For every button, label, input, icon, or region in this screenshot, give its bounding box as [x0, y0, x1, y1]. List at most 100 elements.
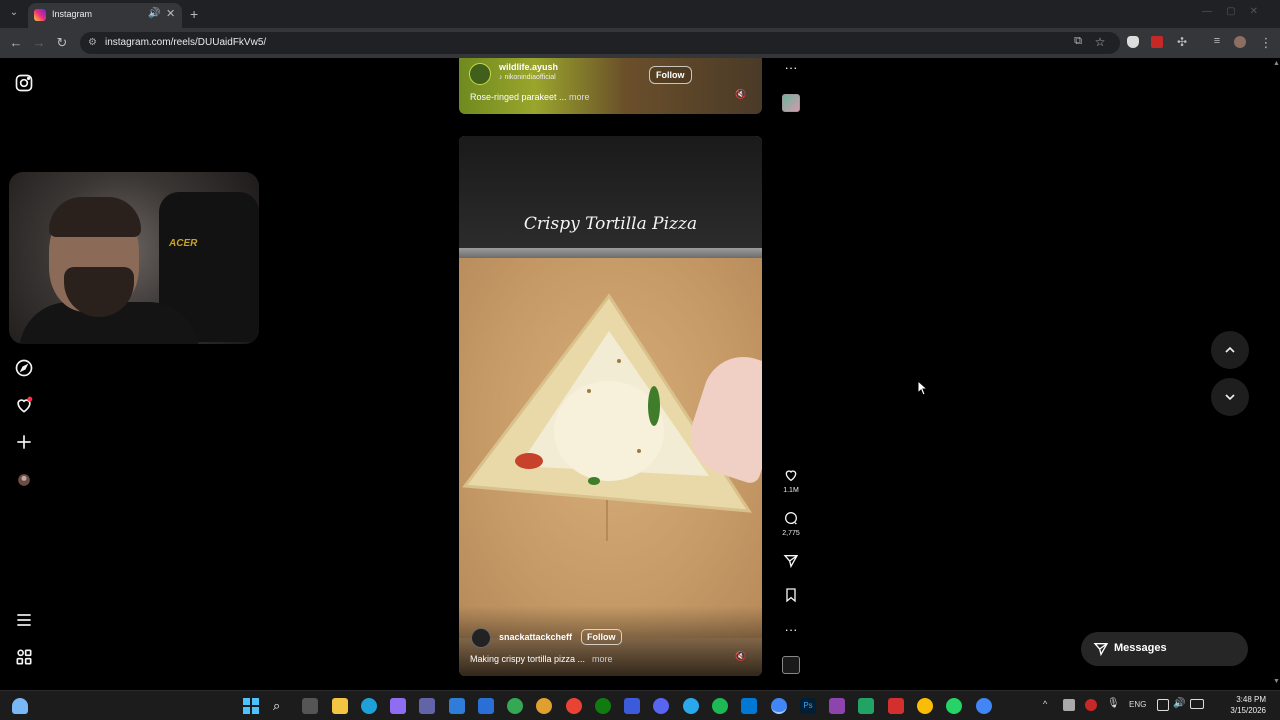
- window-controls[interactable]: —▢✕: [1202, 6, 1272, 17]
- photoshop-icon[interactable]: Ps: [800, 698, 816, 714]
- reel-audio-credit[interactable]: ♪ nikonindiaofficial: [499, 74, 556, 81]
- reel-current[interactable]: Crispy Tortilla Pizza snackattackcheff F…: [459, 136, 762, 676]
- next-reel-chevron-down-icon[interactable]: [1211, 378, 1249, 416]
- browser-toolbar: ← → ↻ ⚙ instagram.com/reels/DUUaidFkVw5/…: [0, 28, 1280, 58]
- follow-button[interactable]: Follow: [649, 66, 692, 84]
- back-arrow-icon[interactable]: ←: [8, 35, 24, 50]
- battery-icon[interactable]: [1190, 699, 1204, 709]
- top-reel-options-icon[interactable]: ···: [781, 60, 801, 75]
- edge-browser-icon[interactable]: [361, 698, 377, 714]
- profile-avatar-icon[interactable]: [14, 470, 34, 490]
- site-info-icon[interactable]: ⚙: [88, 37, 97, 48]
- chrome-canary-icon[interactable]: [917, 698, 933, 714]
- reel-previous[interactable]: wildlife.ayush ♪ nikonindiaofficial Foll…: [459, 58, 762, 114]
- messages-button[interactable]: Messages: [1081, 632, 1248, 666]
- like-heart-icon[interactable]: [781, 467, 801, 488]
- explore-compass-icon[interactable]: [14, 358, 34, 378]
- file-explorer-icon[interactable]: [332, 698, 348, 714]
- task-view-icon[interactable]: [302, 698, 318, 714]
- weather-widget-icon[interactable]: [12, 698, 28, 714]
- messages-send-icon: [1093, 643, 1109, 657]
- chrome-alt-icon[interactable]: [566, 698, 582, 714]
- extensions-puzzle-icon[interactable]: ✣: [1174, 35, 1190, 49]
- forward-arrow-icon[interactable]: →: [31, 35, 47, 50]
- caption-more-link[interactable]: more: [569, 92, 590, 102]
- also-from-meta-icon[interactable]: [14, 647, 34, 667]
- windows-start-icon[interactable]: [243, 698, 259, 714]
- tab-audio-icon[interactable]: 🔊: [148, 8, 160, 19]
- terminal-icon[interactable]: [449, 698, 465, 714]
- url-text[interactable]: instagram.com/reels/DUUaidFkVw5/: [105, 37, 266, 48]
- save-bookmark-icon[interactable]: [781, 587, 801, 608]
- reel-author-avatar[interactable]: [469, 63, 491, 85]
- more-menu-icon[interactable]: [14, 610, 34, 630]
- tray-app-icon[interactable]: [1063, 699, 1075, 711]
- mute-icon[interactable]: 🔇: [735, 651, 746, 662]
- notifications-heart-icon[interactable]: [14, 395, 34, 415]
- shield-extension-icon[interactable]: [1127, 36, 1139, 48]
- vscode-icon[interactable]: [741, 698, 757, 714]
- app-icon[interactable]: [624, 698, 640, 714]
- profile-avatar-icon[interactable]: [1234, 36, 1246, 48]
- mute-icon[interactable]: 🔇: [735, 89, 746, 100]
- mouse-cursor-icon: [918, 381, 928, 395]
- reel-audio-thumbnail[interactable]: [782, 656, 800, 674]
- chrome-active-icon[interactable]: [771, 698, 787, 714]
- volume-icon[interactable]: 🔊: [1173, 698, 1185, 709]
- obs-icon[interactable]: [829, 698, 845, 714]
- tray-microphone-icon[interactable]: 🎙: [1107, 698, 1120, 709]
- tab-search-chevron-icon[interactable]: ⌄: [6, 7, 22, 21]
- excel-icon[interactable]: [858, 698, 874, 714]
- tab-close-icon[interactable]: ✕: [166, 7, 175, 20]
- install-app-icon[interactable]: ⧉: [1070, 35, 1086, 48]
- follow-button[interactable]: Follow: [581, 629, 622, 645]
- clock-time[interactable]: 3:48 PM: [1236, 695, 1266, 704]
- reel-options-icon[interactable]: ···: [781, 622, 801, 637]
- search-icon[interactable]: ⌕: [273, 698, 289, 714]
- reel-username[interactable]: snackattackcheff: [499, 632, 572, 642]
- chrome-dev-icon[interactable]: [976, 698, 992, 714]
- tab-title: Instagram: [52, 9, 93, 19]
- top-reel-audio-thumbnail[interactable]: [782, 94, 800, 112]
- mail-icon[interactable]: [478, 698, 494, 714]
- comment-icon[interactable]: [781, 510, 801, 531]
- previous-reel-chevron-up-icon[interactable]: [1211, 331, 1249, 369]
- chrome-profile-icon[interactable]: [536, 698, 552, 714]
- new-tab-button[interactable]: +: [190, 6, 198, 22]
- caption-more-link[interactable]: more: [592, 654, 613, 664]
- reel-author-avatar[interactable]: [471, 628, 491, 648]
- reel-video-title: Crispy Tortilla Pizza: [523, 214, 698, 234]
- media-controls-icon[interactable]: ≡: [1209, 35, 1225, 47]
- copilot-icon[interactable]: [390, 698, 406, 714]
- discord-icon[interactable]: [653, 698, 669, 714]
- telegram-icon[interactable]: [683, 698, 699, 714]
- language-indicator[interactable]: ENG: [1129, 700, 1146, 709]
- scroll-down-arrow-icon[interactable]: ▼: [1273, 678, 1280, 685]
- share-send-icon[interactable]: [781, 553, 801, 574]
- browser-menu-icon[interactable]: ⋮: [1258, 35, 1274, 51]
- tray-overflow-chevron-icon[interactable]: ^: [1043, 699, 1047, 709]
- reel-caption: Making crispy tortilla pizza ...: [470, 654, 586, 664]
- scroll-up-arrow-icon[interactable]: ▲: [1273, 60, 1280, 67]
- page-scrollbar[interactable]: ▲ ▼: [1272, 58, 1280, 690]
- browser-tab-bar: ⌄ Instagram 🔊 ✕ + —▢✕: [0, 0, 1280, 28]
- clock-date[interactable]: 3/15/2026: [1230, 706, 1266, 715]
- bookmark-star-icon[interactable]: ☆: [1092, 35, 1108, 49]
- whatsapp-icon[interactable]: [946, 698, 962, 714]
- xbox-icon[interactable]: [595, 698, 611, 714]
- instagram-logo-icon[interactable]: [14, 73, 34, 93]
- teams-icon[interactable]: [419, 698, 435, 714]
- address-bar[interactable]: ⚙ instagram.com/reels/DUUaidFkVw5/: [80, 32, 1120, 54]
- chrome-icon[interactable]: [507, 698, 523, 714]
- spotify-icon[interactable]: [712, 698, 728, 714]
- red-extension-icon[interactable]: [1151, 36, 1163, 48]
- windows-taskbar: ⌕ Ps ^ 🎙 ENG 🔊 3:48 PM 3/15/2026: [0, 690, 1280, 720]
- office-icon[interactable]: [888, 698, 904, 714]
- tray-security-icon[interactable]: [1085, 699, 1097, 711]
- like-count: 1.1M: [783, 487, 799, 494]
- reel-username[interactable]: wildlife.ayush: [499, 62, 558, 72]
- create-plus-icon[interactable]: [14, 432, 34, 452]
- reload-icon[interactable]: ↻: [54, 35, 70, 51]
- browser-tab-instagram[interactable]: Instagram 🔊 ✕: [28, 3, 182, 28]
- network-icon[interactable]: [1157, 699, 1169, 711]
